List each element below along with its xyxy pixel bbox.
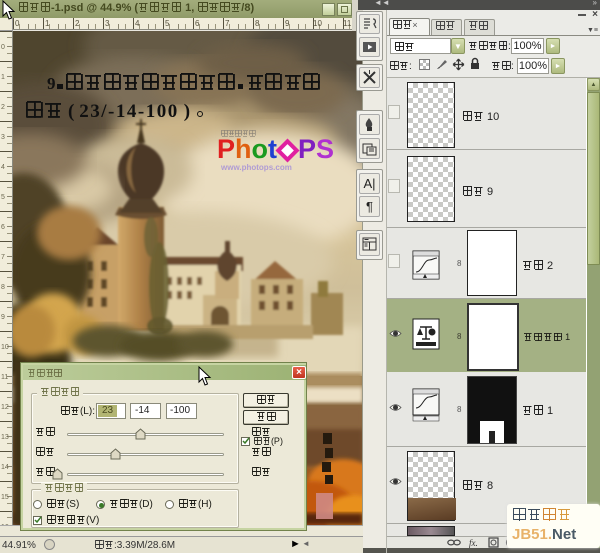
svg-text:fx.: fx. <box>469 538 478 548</box>
